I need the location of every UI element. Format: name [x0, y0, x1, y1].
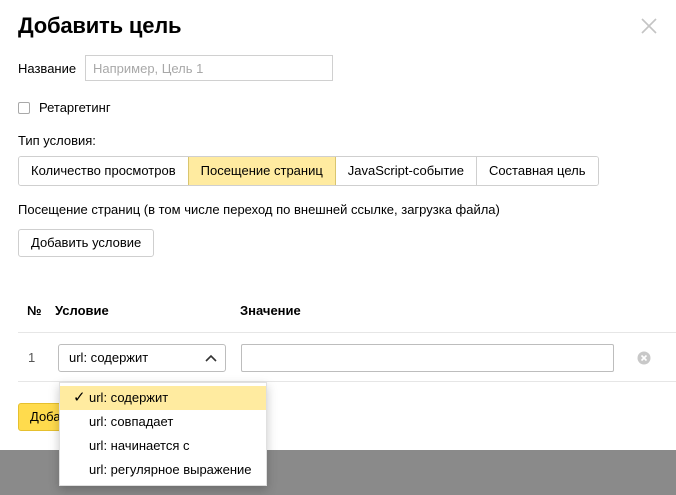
dialog-title: Добавить цель	[18, 13, 182, 38]
dropdown-option-matches[interactable]: url: совпадает	[60, 410, 266, 434]
condition-type-tabs: Количество просмотров Посещение страниц …	[18, 156, 599, 186]
goal-name-input[interactable]	[85, 55, 333, 81]
dropdown-option-starts-with[interactable]: url: начинается с	[60, 434, 266, 458]
name-label: Название	[18, 61, 77, 76]
table-header-divider	[18, 332, 676, 333]
condition-type-label: Тип условия:	[18, 133, 96, 148]
add-condition-button[interactable]: Добавить условие	[18, 229, 155, 257]
row-number: 1	[28, 350, 36, 365]
condition-value-input[interactable]	[241, 344, 614, 372]
retargeting-checkbox[interactable]	[18, 102, 30, 114]
condition-dropdown-menu: ✓ url: содержит url: совпадает url: начи…	[59, 382, 267, 486]
condition-description: Посещение страниц (в том числе переход п…	[18, 202, 500, 217]
option-label: url: содержит	[89, 390, 169, 405]
dropdown-option-contains[interactable]: ✓ url: содержит	[60, 386, 266, 410]
tab-page-views[interactable]: Количество просмотров	[19, 157, 188, 185]
option-label: url: совпадает	[89, 414, 174, 429]
condition-select-value: url: содержит	[69, 350, 149, 365]
tab-page-visit[interactable]: Посещение страниц	[187, 157, 335, 185]
column-header-number: №	[27, 303, 42, 318]
checkmark-icon: ✓	[73, 389, 86, 406]
column-header-condition: Условие	[55, 303, 109, 318]
option-label: url: регулярное выражение	[89, 462, 252, 477]
chevron-up-icon	[205, 354, 217, 362]
close-icon[interactable]	[639, 16, 659, 36]
clear-icon[interactable]	[637, 351, 651, 365]
retargeting-label[interactable]: Ретаргетинг	[39, 100, 111, 115]
tab-composite-goal[interactable]: Составная цель	[475, 157, 598, 185]
dropdown-option-regex[interactable]: url: регулярное выражение	[60, 458, 266, 482]
option-label: url: начинается с	[89, 438, 190, 453]
condition-select[interactable]: url: содержит	[58, 344, 226, 372]
column-header-value: Значение	[240, 303, 301, 318]
tab-javascript-event[interactable]: JavaScript-событие	[334, 157, 476, 185]
